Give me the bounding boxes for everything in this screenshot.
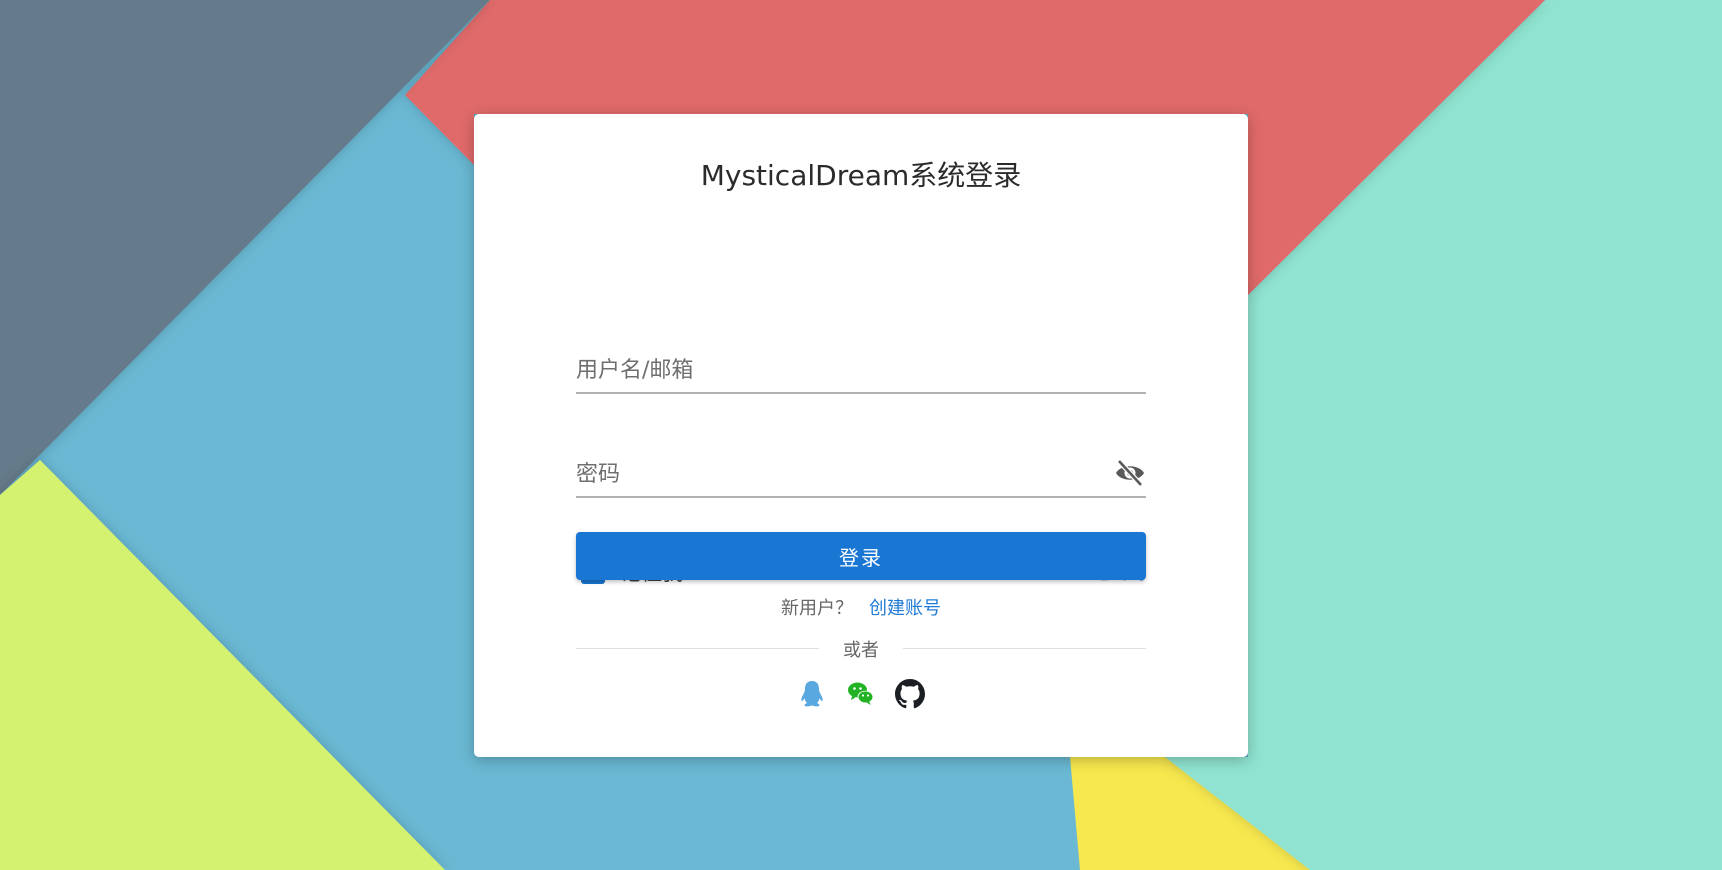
signup-prompt: 新用户？ — [781, 598, 853, 619]
username-input[interactable] — [576, 352, 1096, 388]
divider-line-right — [903, 648, 1146, 649]
social-login-row — [474, 679, 1248, 713]
login-title: MysticalDream系统登录 — [700, 159, 1022, 192]
divider-text: 或者 — [843, 640, 879, 661]
remember-row: 记住我 忘记密码 — [576, 447, 1146, 585]
login-button[interactable]: 登录 — [576, 532, 1146, 580]
username-field[interactable] — [576, 340, 1146, 394]
login-page: MysticalDream系统登录 记住我 — [0, 0, 1722, 870]
or-divider: 或者 — [576, 634, 1146, 664]
github-icon[interactable] — [895, 679, 926, 709]
signup-row: 新用户？ 创建账号 — [474, 594, 1248, 620]
wechat-icon[interactable] — [846, 679, 876, 709]
create-account-link[interactable]: 创建账号 — [869, 598, 941, 619]
qq-icon[interactable] — [797, 679, 827, 709]
login-card: MysticalDream系统登录 记住我 — [474, 114, 1248, 757]
